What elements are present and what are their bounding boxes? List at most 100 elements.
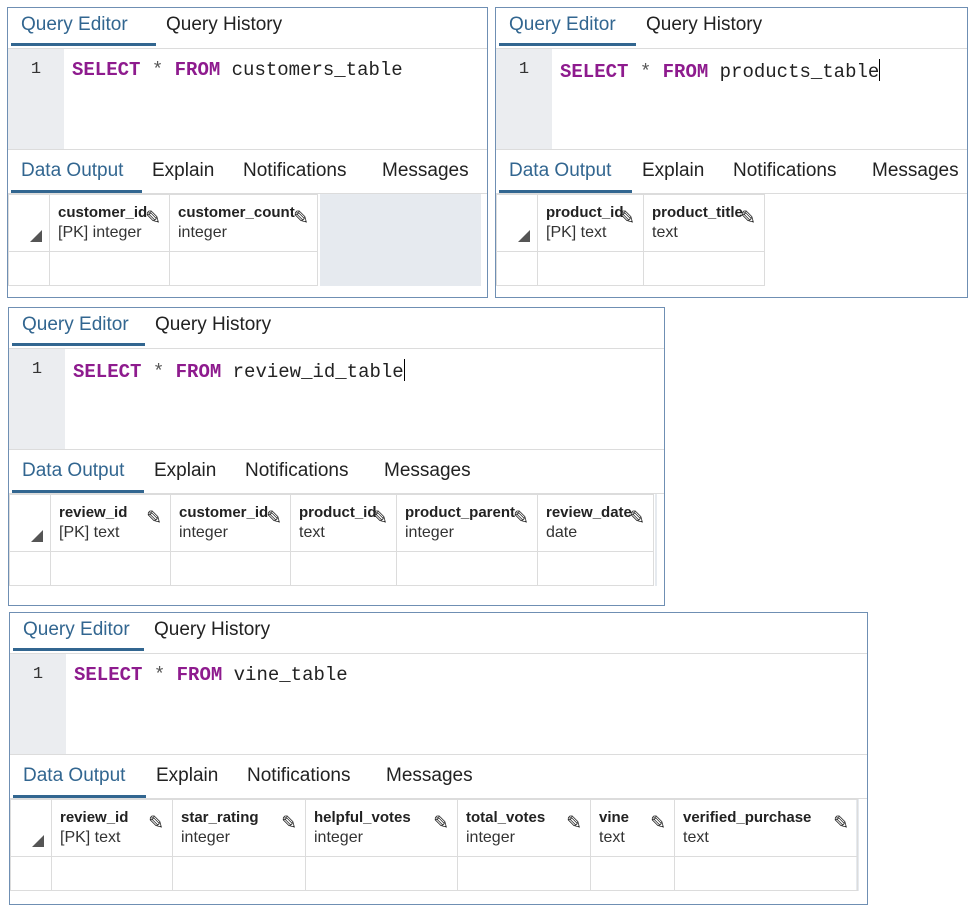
- line-number: 1: [31, 360, 43, 379]
- tab-messages[interactable]: Messages: [862, 153, 961, 193]
- table-cell[interactable]: [169, 251, 318, 286]
- table-cell[interactable]: [590, 856, 675, 891]
- tab-data-output[interactable]: Data Output: [11, 153, 142, 193]
- row-number-cell[interactable]: [8, 251, 50, 286]
- column-header[interactable]: review_id [PK] text ✎: [51, 799, 173, 857]
- tab-query-history[interactable]: Query History: [144, 613, 281, 651]
- column-header[interactable]: product_title text ✎: [643, 194, 765, 252]
- tab-query-history[interactable]: Query History: [156, 8, 293, 46]
- tab-notifications[interactable]: Notifications: [237, 758, 376, 798]
- pencil-icon[interactable]: ✎: [145, 209, 161, 228]
- table-cell[interactable]: [305, 856, 458, 891]
- column-header[interactable]: customer_id integer ✎: [170, 494, 291, 552]
- pencil-icon[interactable]: ✎: [281, 814, 297, 833]
- sql-code-line[interactable]: SELECT * FROM review_id_table: [73, 359, 405, 383]
- pencil-icon[interactable]: ✎: [619, 209, 635, 228]
- table-cell[interactable]: [674, 856, 858, 891]
- query-tool-panel: Query Editor Query History 1 SELECT * FROM …: [7, 7, 488, 298]
- tab-query-editor[interactable]: Query Editor: [12, 308, 145, 346]
- tab-notifications[interactable]: Notifications: [235, 453, 374, 493]
- grid-empty-area: [320, 194, 481, 286]
- pencil-icon[interactable]: ✎: [146, 509, 162, 528]
- column-header[interactable]: helpful_votes integer ✎: [305, 799, 458, 857]
- select-all-corner[interactable]: [9, 494, 51, 552]
- column-header[interactable]: customer_id [PK] integer ✎: [49, 194, 170, 252]
- data-output-grid: review_id [PK] text ✎ star_rating integer ✎ he…: [10, 799, 867, 891]
- header-row: review_id [PK] text ✎ customer_id integer ✎ pr…: [9, 494, 654, 552]
- corner-triangle-icon: [30, 230, 42, 242]
- tab-messages[interactable]: Messages: [374, 453, 473, 493]
- result-tabbar: Data Output Explain Notifications Messages: [496, 150, 967, 194]
- sql-editor[interactable]: 1 SELECT * FROM review_id_table: [9, 349, 664, 450]
- table-cell[interactable]: [290, 551, 397, 586]
- column-header[interactable]: product_parent integer ✎: [396, 494, 538, 552]
- tab-explain[interactable]: Explain: [632, 153, 723, 193]
- column-header[interactable]: total_votes integer ✎: [457, 799, 591, 857]
- pencil-icon[interactable]: ✎: [293, 209, 309, 228]
- tab-data-output[interactable]: Data Output: [13, 758, 146, 798]
- tab-query-editor[interactable]: Query Editor: [499, 8, 636, 46]
- row-number-cell[interactable]: [496, 251, 538, 286]
- sql-code-line[interactable]: SELECT * FROM customers_table: [72, 59, 403, 81]
- table-cell[interactable]: [170, 551, 291, 586]
- result-table: review_id [PK] text ✎ customer_id integer ✎ pr…: [9, 494, 654, 586]
- pencil-icon[interactable]: ✎: [513, 509, 529, 528]
- column-header[interactable]: star_rating integer ✎: [172, 799, 306, 857]
- pencil-icon[interactable]: ✎: [650, 814, 666, 833]
- table-cell[interactable]: [643, 251, 765, 286]
- data-output-grid: review_id [PK] text ✎ customer_id integer ✎ pr…: [9, 494, 664, 586]
- sql-code-line[interactable]: SELECT * FROM vine_table: [74, 664, 348, 686]
- tab-messages[interactable]: Messages: [376, 758, 475, 798]
- table-cell[interactable]: [457, 856, 591, 891]
- pencil-icon[interactable]: ✎: [148, 814, 164, 833]
- row-number-cell[interactable]: [10, 856, 52, 891]
- tab-query-history[interactable]: Query History: [636, 8, 773, 46]
- sql-keyword-select: SELECT: [73, 361, 142, 383]
- table-cell[interactable]: [51, 856, 173, 891]
- column-header[interactable]: product_id [PK] text ✎: [537, 194, 644, 252]
- tab-query-history[interactable]: Query History: [145, 308, 282, 346]
- select-all-corner[interactable]: [8, 194, 50, 252]
- table-cell[interactable]: [537, 551, 654, 586]
- row-number-cell[interactable]: [9, 551, 51, 586]
- pencil-icon[interactable]: ✎: [372, 509, 388, 528]
- sql-editor[interactable]: 1 SELECT * FROM products_table: [496, 49, 967, 150]
- select-all-corner[interactable]: [496, 194, 538, 252]
- select-all-corner[interactable]: [10, 799, 52, 857]
- sql-code-line[interactable]: SELECT * FROM products_table: [560, 59, 881, 83]
- pencil-icon[interactable]: ✎: [566, 814, 582, 833]
- column-name: verified_purchase: [683, 809, 812, 826]
- table-row: [9, 551, 654, 586]
- tab-notifications[interactable]: Notifications: [233, 153, 372, 193]
- table-row: [10, 856, 858, 891]
- pencil-icon[interactable]: ✎: [740, 209, 756, 228]
- tab-explain[interactable]: Explain: [144, 453, 235, 493]
- column-header[interactable]: verified_purchase text ✎: [674, 799, 858, 857]
- tab-explain[interactable]: Explain: [146, 758, 237, 798]
- tab-query-editor[interactable]: Query Editor: [11, 8, 156, 46]
- tab-data-output[interactable]: Data Output: [12, 453, 144, 493]
- table-cell[interactable]: [172, 856, 306, 891]
- column-header[interactable]: vine text ✎: [590, 799, 675, 857]
- pencil-icon[interactable]: ✎: [629, 509, 645, 528]
- line-number: 1: [518, 60, 530, 79]
- tab-messages[interactable]: Messages: [372, 153, 471, 193]
- tab-query-editor[interactable]: Query Editor: [13, 613, 144, 651]
- table-cell[interactable]: [50, 551, 171, 586]
- sql-editor[interactable]: 1 SELECT * FROM customers_table: [8, 49, 487, 150]
- column-header[interactable]: review_id [PK] text ✎: [50, 494, 171, 552]
- column-header[interactable]: product_id text ✎: [290, 494, 397, 552]
- column-header[interactable]: customer_count integer ✎: [169, 194, 318, 252]
- pencil-icon[interactable]: ✎: [833, 814, 849, 833]
- tab-data-output[interactable]: Data Output: [499, 153, 632, 193]
- table-cell[interactable]: [537, 251, 644, 286]
- pencil-icon[interactable]: ✎: [433, 814, 449, 833]
- sql-editor[interactable]: 1 SELECT * FROM vine_table: [10, 654, 867, 755]
- tab-explain[interactable]: Explain: [142, 153, 233, 193]
- column-header[interactable]: review_date date ✎: [537, 494, 654, 552]
- tab-notifications[interactable]: Notifications: [723, 153, 862, 193]
- table-cell[interactable]: [49, 251, 170, 286]
- pencil-icon[interactable]: ✎: [266, 509, 282, 528]
- table-cell[interactable]: [396, 551, 538, 586]
- sql-table-name: products_table: [719, 61, 880, 83]
